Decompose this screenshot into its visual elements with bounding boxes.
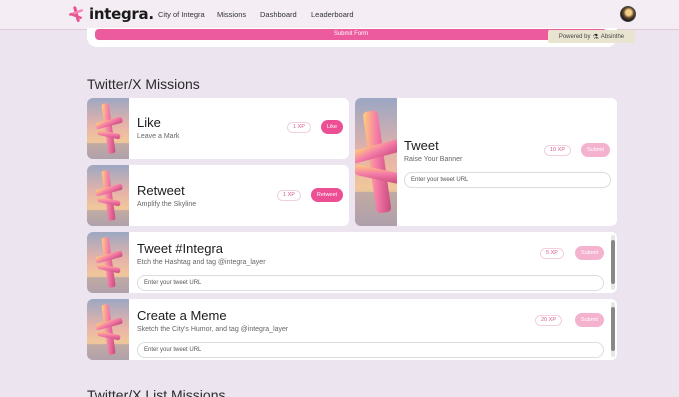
mission-subtitle: Etch the Hashtag and tag @integra_layer [137, 259, 266, 266]
mission-thumbnail [87, 232, 129, 293]
mission-subtitle: Raise Your Banner [404, 156, 463, 163]
absinthe-logo-icon: ⚗ [592, 33, 599, 41]
logo-text: integra. [89, 5, 154, 23]
nav-link-city-of-integra[interactable]: City of Integra [158, 10, 205, 19]
mission-title: Retweet [137, 183, 185, 198]
powered-by-badge[interactable]: Powered by ⚗ Absinthe [548, 30, 635, 43]
tweet-url-input[interactable]: Enter your tweet URL [404, 172, 611, 188]
mission-card-retweet: Retweet Amplify the Skyline 1 XP Retweet [87, 165, 349, 226]
xp-badge: 20 XP [535, 315, 562, 326]
scrollbar-thumb[interactable] [611, 307, 615, 351]
mission-subtitle: Sketch the City's Humor, and tag @integr… [137, 326, 289, 333]
powered-by-brand: Absinthe [600, 33, 625, 40]
integra-logo-icon [68, 5, 86, 23]
section-title-twitter-list-missions: Twitter/X List Missions [87, 387, 226, 397]
hashtag-url-input[interactable]: Enter your tweet URL [137, 275, 604, 291]
nav-link-leaderboard[interactable]: Leaderboard [311, 10, 354, 19]
scrollbar-thumb[interactable] [611, 240, 615, 284]
user-avatar[interactable] [620, 6, 636, 22]
mission-thumbnail [87, 299, 129, 360]
mission-title: Create a Meme [137, 308, 227, 323]
mission-title: Tweet [404, 138, 439, 153]
submit-meme-button[interactable]: Submit [575, 313, 604, 327]
top-navbar: integra. City of Integra Missions Dashbo… [0, 0, 679, 30]
nav-link-dashboard[interactable]: Dashboard [260, 10, 297, 19]
mission-subtitle: Amplify the Skyline [137, 201, 197, 208]
mission-card-tweet-integra: Tweet #Integra Etch the Hashtag and tag … [87, 232, 617, 293]
mission-thumbnail [355, 98, 397, 226]
mission-subtitle: Leave a Mark [137, 133, 180, 140]
submit-form-button[interactable]: Submit Form [95, 29, 607, 40]
mission-card-tweet: Tweet Raise Your Banner 10 XP Submit Ent… [355, 98, 617, 226]
xp-badge: 1 XP [277, 190, 301, 201]
card-scrollbar[interactable] [611, 302, 615, 357]
meme-url-input[interactable]: Enter your tweet URL [137, 342, 604, 358]
retweet-button[interactable]: Retweet [311, 188, 343, 202]
mission-thumbnail [87, 98, 129, 159]
card-scrollbar[interactable] [611, 235, 615, 290]
mission-title: Tweet #Integra [137, 241, 223, 256]
xp-badge: 1 XP [287, 122, 311, 133]
mission-thumbnail [87, 165, 129, 226]
xp-badge: 5 XP [540, 248, 564, 259]
brand-logo[interactable]: integra. [68, 5, 154, 23]
mission-card-like: Like Leave a Mark 1 XP Like [87, 98, 349, 159]
mission-title: Like [137, 115, 161, 130]
powered-by-label: Powered by [558, 33, 591, 40]
mission-card-create-meme: Create a Meme Sketch the City's Humor, a… [87, 299, 617, 360]
nav-link-missions[interactable]: Missions [217, 10, 246, 19]
xp-badge: 10 XP [544, 145, 571, 156]
like-button[interactable]: Like [321, 120, 343, 134]
submit-tweet-button[interactable]: Submit [581, 143, 610, 157]
section-title-twitter-missions: Twitter/X Missions [87, 76, 200, 92]
submit-hashtag-button[interactable]: Submit [575, 246, 604, 260]
